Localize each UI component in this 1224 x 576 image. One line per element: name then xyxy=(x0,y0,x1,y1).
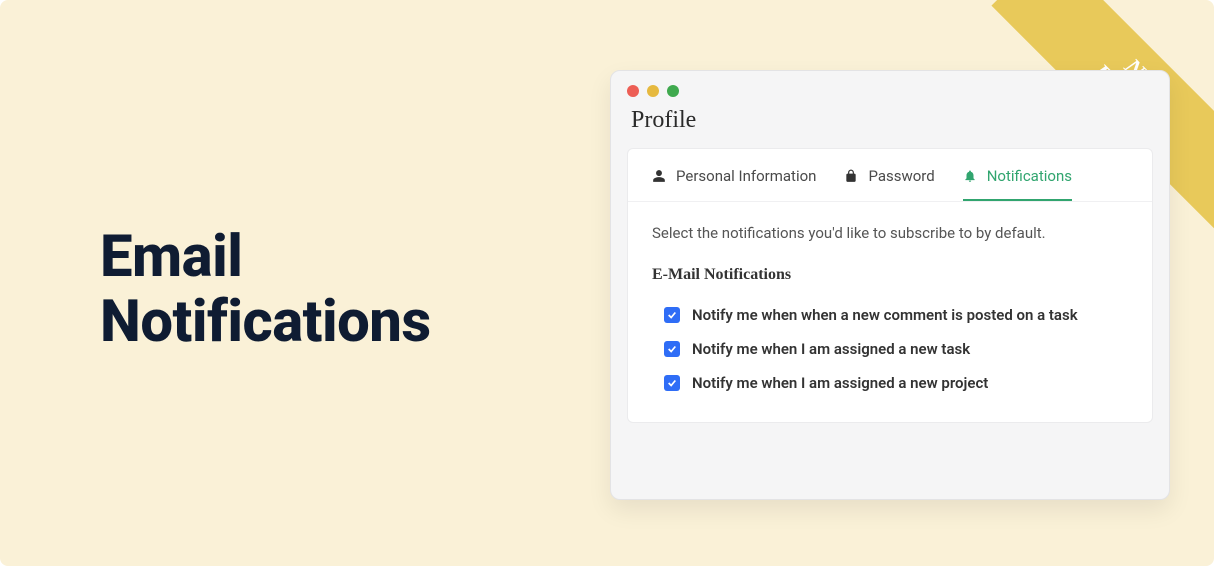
option-label: Notify me when I am assigned a new proje… xyxy=(692,374,988,392)
tab-label: Password xyxy=(868,167,934,185)
close-icon[interactable] xyxy=(627,85,639,97)
tab-personal-information[interactable]: Personal Information xyxy=(652,167,816,201)
minimize-icon[interactable] xyxy=(647,85,659,97)
list-item: Notify me when I am assigned a new task xyxy=(664,332,1128,366)
headline-line2: Notifications xyxy=(100,290,431,355)
option-label: Notify me when I am assigned a new task xyxy=(692,340,970,358)
tab-password[interactable]: Password xyxy=(844,167,934,201)
checkbox-assigned-task[interactable] xyxy=(664,341,680,357)
lock-icon xyxy=(844,169,858,183)
notification-options: Notify me when when a new comment is pos… xyxy=(628,290,1152,422)
section-description: Select the notifications you'd like to s… xyxy=(628,202,1152,250)
app-window: Profile Personal Information Password xyxy=(610,70,1170,500)
list-item: Notify me when when a new comment is pos… xyxy=(664,298,1128,332)
checkbox-new-comment[interactable] xyxy=(664,307,680,323)
hero-headline: Email Notifications xyxy=(100,225,431,355)
checkbox-assigned-project[interactable] xyxy=(664,375,680,391)
window-controls xyxy=(611,71,1169,103)
bell-icon xyxy=(963,169,977,183)
tabs: Personal Information Password Notificati… xyxy=(628,149,1152,202)
tab-notifications[interactable]: Notifications xyxy=(963,167,1072,201)
section-title: E-Mail Notifications xyxy=(628,250,1152,290)
list-item: Notify me when I am assigned a new proje… xyxy=(664,366,1128,400)
profile-card: Personal Information Password Notificati… xyxy=(627,148,1153,423)
window-title: Profile xyxy=(611,103,1169,148)
user-icon xyxy=(652,169,666,183)
tab-label: Notifications xyxy=(987,167,1072,185)
option-label: Notify me when when a new comment is pos… xyxy=(692,306,1078,324)
hero-panel: New Feature Email Notifications Profile … xyxy=(0,0,1214,566)
maximize-icon[interactable] xyxy=(667,85,679,97)
headline-line1: Email xyxy=(100,225,431,290)
tab-label: Personal Information xyxy=(676,167,816,185)
